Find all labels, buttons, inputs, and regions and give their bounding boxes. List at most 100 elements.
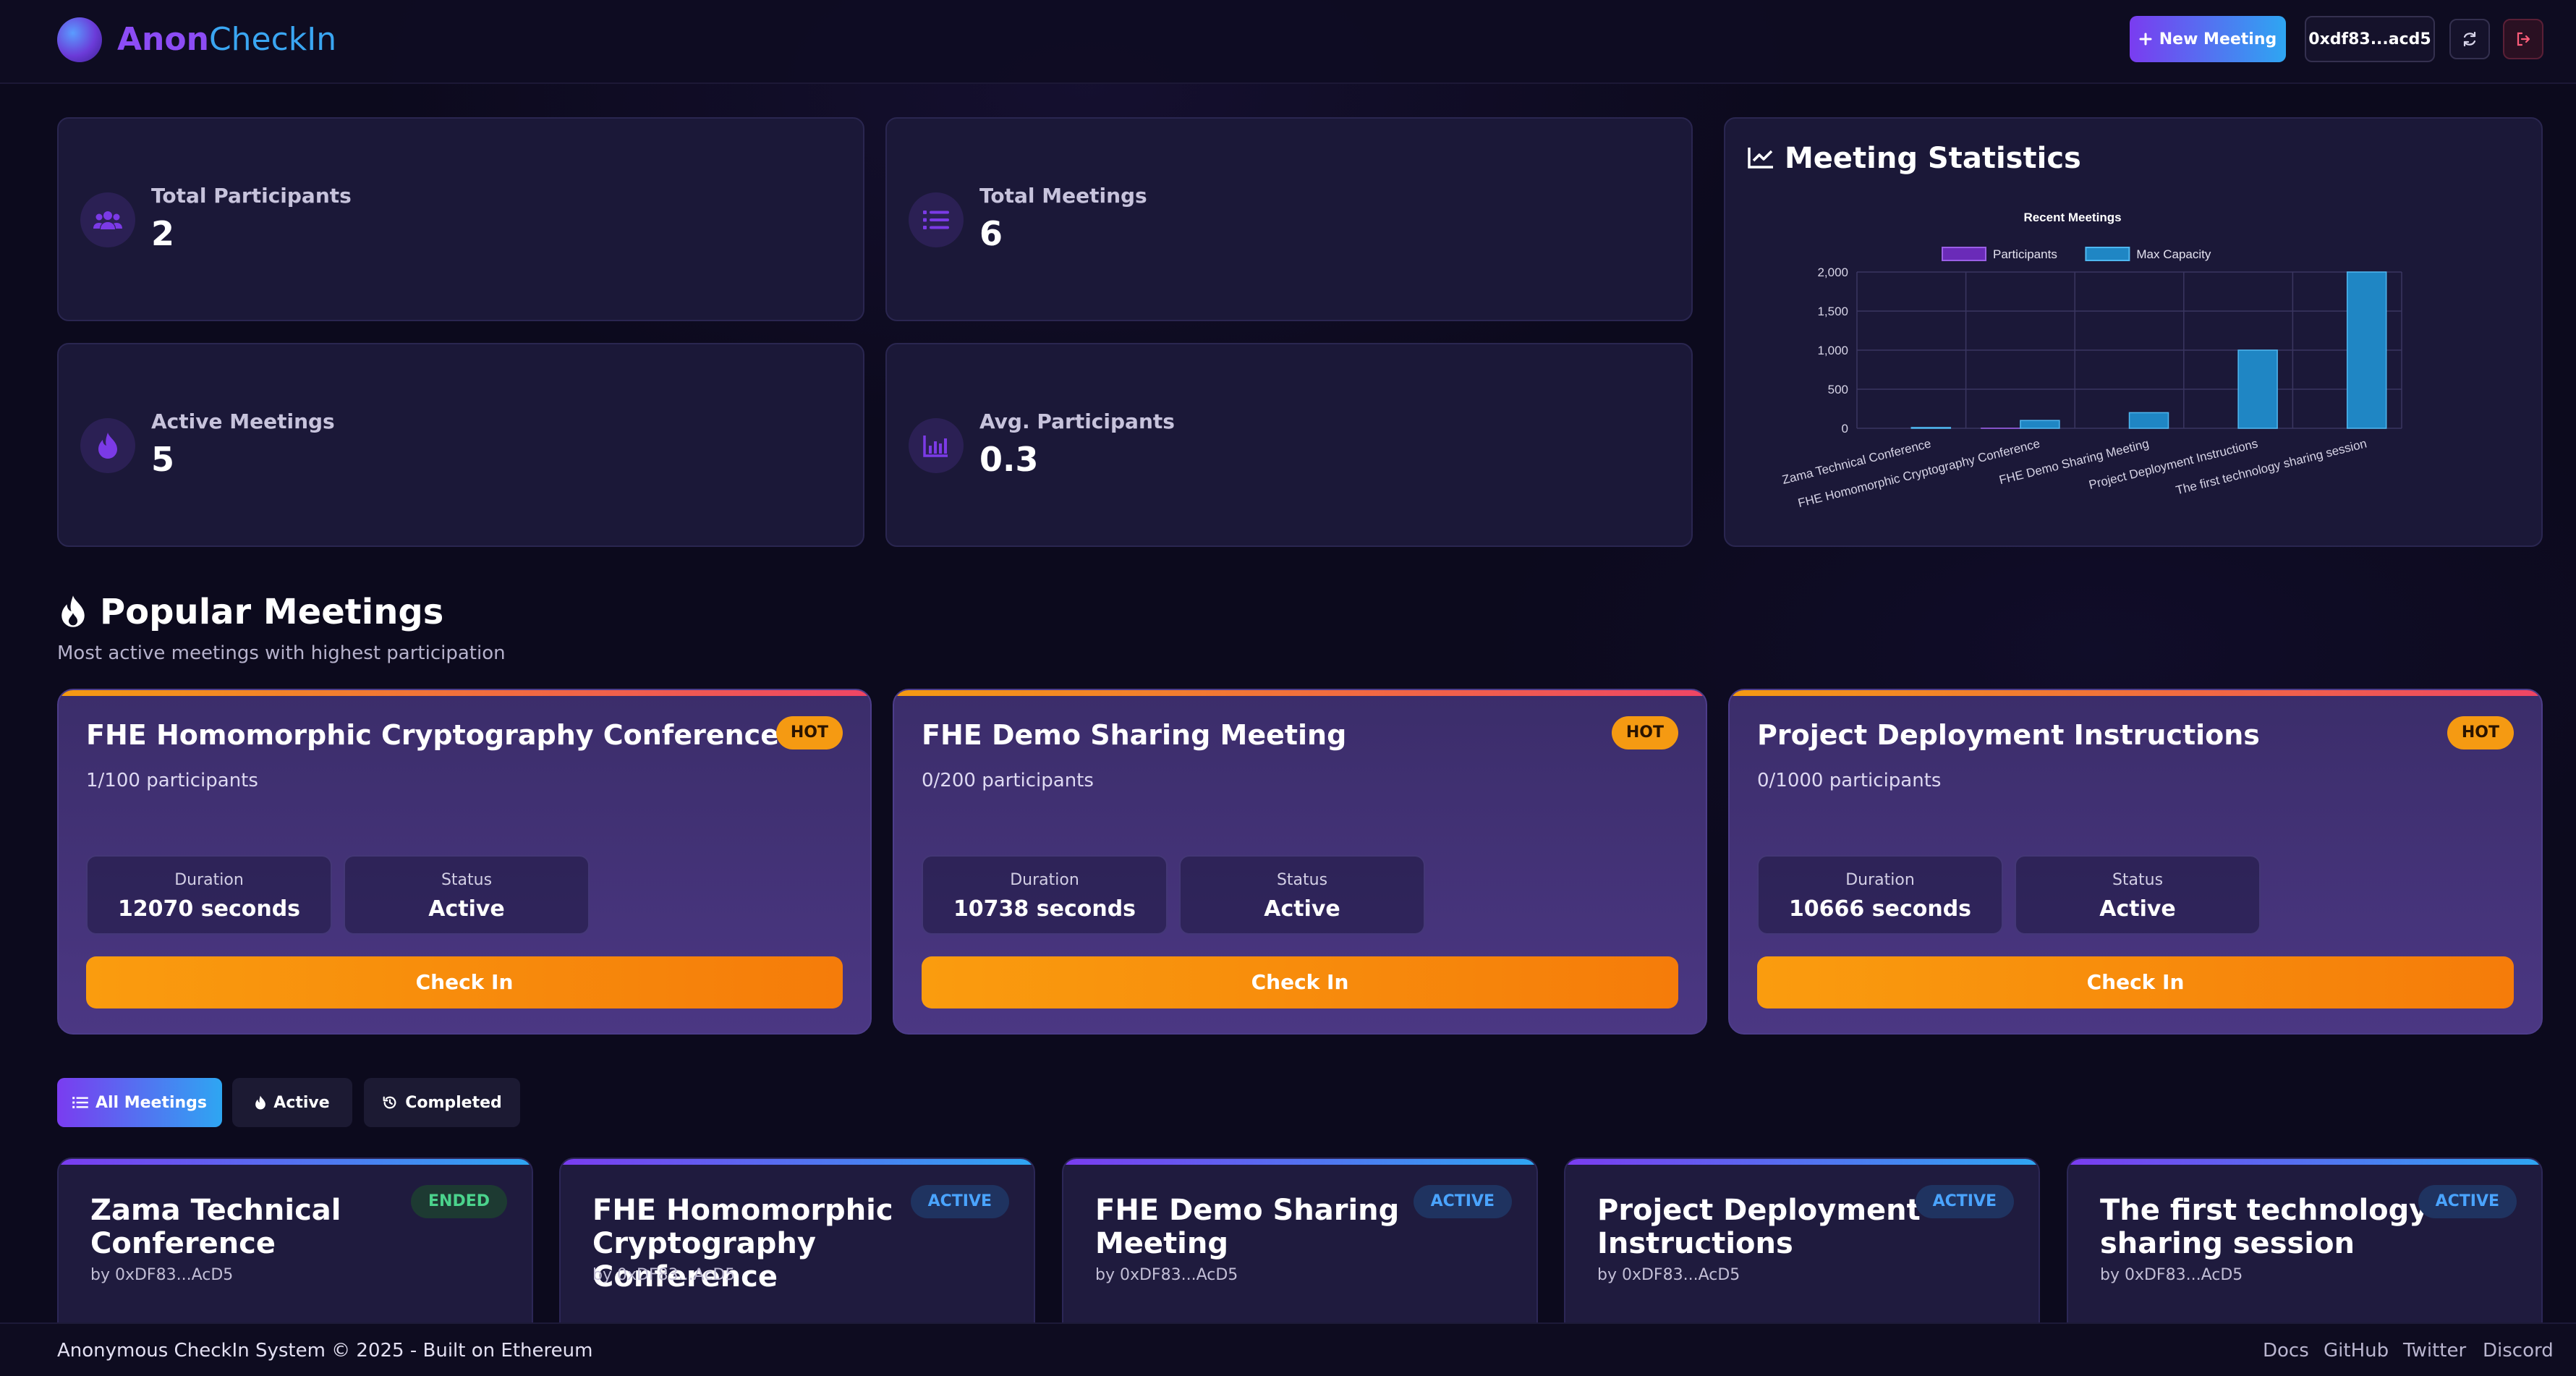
wallet-address-button[interactable]: 0xdf83...acd5 (2305, 16, 2435, 62)
footer-link-discord[interactable]: Discord (2483, 1340, 2554, 1362)
tab-active[interactable]: Active (232, 1078, 352, 1127)
legend-label: Max Capacity (2136, 247, 2211, 261)
logo-text-part1: Anon (117, 21, 209, 58)
history-icon (383, 1096, 396, 1109)
popular-meeting-card: FHE Demo Sharing Meeting HOT 0/200 parti… (893, 689, 1707, 1035)
hot-badge: HOT (1611, 716, 1678, 749)
status-label: Status (1276, 871, 1328, 889)
stat-value: 5 (151, 440, 175, 479)
status-badge: ACTIVE (2418, 1185, 2517, 1218)
duration-label: Duration (1845, 871, 1915, 889)
tab-label: Active (273, 1093, 330, 1112)
footer-link-twitter[interactable]: Twitter (2403, 1340, 2466, 1362)
meeting-title: The first technology sharing session (2100, 1194, 2428, 1260)
new-meeting-button[interactable]: New Meeting (2130, 16, 2286, 62)
participant-count: 0/1000 participants (1757, 770, 1942, 791)
stat-card-active-meetings: Active Meetings 5 (57, 343, 864, 547)
chart-title: Recent Meetings (2023, 211, 2121, 224)
legend-label: Participants (1993, 247, 2057, 261)
meeting-title: Zama Technical Conference (90, 1194, 341, 1260)
stat-card-avg-participants: Avg. Participants 0.3 (885, 343, 1693, 547)
y-tick-label: 1,000 (1817, 344, 1848, 357)
new-meeting-label: New Meeting (2159, 30, 2277, 48)
status-box: Status Active (1179, 855, 1425, 935)
stat-label: Total Meetings (979, 184, 1147, 208)
x-tick-label: The first technology sharing session (2175, 436, 2368, 497)
fire-icon (255, 1095, 266, 1110)
duration-value: 10738 seconds (953, 896, 1136, 922)
duration-value: 10666 seconds (1788, 896, 1972, 922)
list-icon (909, 192, 964, 247)
stat-value: 0.3 (979, 440, 1039, 479)
wallet-address: 0xdf83...acd5 (2308, 30, 2431, 48)
status-value: Active (2099, 896, 2176, 922)
popular-section-subtitle: Most active meetings with highest partic… (57, 642, 506, 664)
stat-value: 2 (151, 214, 175, 253)
status-box: Status Active (2015, 855, 2261, 935)
check-in-button[interactable]: Check In (922, 956, 1678, 1008)
fire-icon (80, 418, 135, 473)
meeting-title: FHE Demo Sharing Meeting (922, 719, 1347, 751)
users-icon (80, 192, 135, 247)
duration-label: Duration (174, 871, 244, 889)
duration-label: Duration (1010, 871, 1079, 889)
duration-box: Duration 12070 seconds (86, 855, 332, 935)
meeting-creator: by 0xDF83...AcD5 (592, 1266, 736, 1284)
stat-label: Avg. Participants (979, 409, 1175, 433)
hot-badge: HOT (775, 716, 843, 749)
status-label: Status (441, 871, 493, 889)
check-in-button[interactable]: Check In (1757, 956, 2514, 1008)
refresh-button[interactable] (2449, 19, 2490, 59)
tab-all-meetings[interactable]: All Meetings (57, 1078, 222, 1127)
list-icon (72, 1097, 88, 1108)
plus-icon (2139, 33, 2152, 46)
footer-copyright: Anonymous CheckIn System © 2025 - Built … (57, 1340, 593, 1362)
meeting-creator: by 0xDF83...AcD5 (2100, 1266, 2243, 1284)
footer-link-docs[interactable]: Docs (2263, 1340, 2309, 1362)
duration-value: 12070 seconds (117, 896, 301, 922)
chart-bar (2237, 349, 2278, 429)
status-box: Status Active (344, 855, 590, 935)
tab-label: Completed (405, 1093, 502, 1112)
app-logo[interactable]: AnonCheckIn (117, 17, 336, 62)
stat-card-total-meetings: Total Meetings 6 (885, 117, 1693, 321)
stat-card-total-participants: Total Participants 2 (57, 117, 864, 321)
page-footer: Anonymous CheckIn System © 2025 - Built … (0, 1322, 2576, 1376)
tab-label: All Meetings (95, 1093, 208, 1112)
meeting-title: FHE Homomorphic Cryptography Conference (86, 719, 779, 751)
popular-meeting-card: Project Deployment Instructions HOT 0/10… (1728, 689, 2543, 1035)
stat-value: 6 (979, 214, 1003, 253)
status-badge: ENDED (411, 1185, 507, 1218)
chart-bar (2020, 420, 2060, 429)
status-badge: ACTIVE (1915, 1185, 2014, 1218)
meeting-title: FHE Demo Sharing Meeting (1095, 1194, 1400, 1260)
chart-bar (2346, 271, 2387, 429)
legend-swatch (2085, 247, 2130, 261)
meeting-creator: by 0xDF83...AcD5 (90, 1266, 234, 1284)
meeting-statistics-panel: Meeting Statistics Recent Meetings Partic… (1724, 117, 2543, 547)
check-in-button[interactable]: Check In (86, 956, 843, 1008)
fire-icon (61, 595, 85, 627)
chart-bar (2128, 412, 2169, 429)
popular-section-title: Popular Meetings (100, 592, 444, 632)
recent-meetings-chart[interactable]: Recent Meetings Participants Max Capacity 2… (1725, 119, 2544, 548)
hot-badge: HOT (2447, 716, 2514, 749)
status-badge: ACTIVE (910, 1185, 1009, 1218)
legend-swatch (1942, 247, 1986, 261)
meeting-creator: by 0xDF83...AcD5 (1597, 1266, 1740, 1284)
participant-count: 0/200 participants (922, 770, 1094, 791)
meeting-title: Project Deployment Instructions (1597, 1194, 1921, 1260)
duration-box: Duration 10666 seconds (1757, 855, 2003, 935)
tab-completed[interactable]: Completed (364, 1078, 520, 1127)
status-value: Active (428, 896, 505, 922)
status-label: Status (2112, 871, 2164, 889)
logout-button[interactable] (2503, 19, 2543, 59)
status-value: Active (1264, 896, 1340, 922)
popular-meeting-card: FHE Homomorphic Cryptography Conference … (57, 689, 872, 1035)
bar-chart-icon (909, 418, 964, 473)
y-tick-label: 2,000 (1817, 266, 1848, 279)
footer-link-github[interactable]: GitHub (2324, 1340, 2389, 1362)
logo-icon (57, 17, 102, 62)
status-badge: ACTIVE (1413, 1185, 1512, 1218)
logout-icon (2517, 32, 2530, 46)
